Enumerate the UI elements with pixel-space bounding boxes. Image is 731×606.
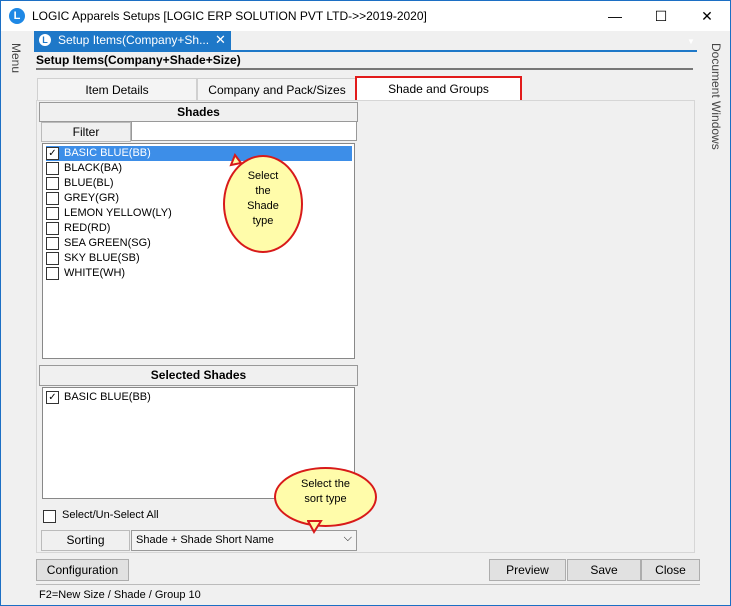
checkbox[interactable] [46,192,59,205]
sorting-label: Sorting [41,530,130,551]
checkbox[interactable] [46,177,59,190]
list-item-label: WHITE(WH) [64,267,126,279]
checkbox[interactable] [46,252,59,265]
save-button[interactable]: Save [567,559,641,581]
document-tab-icon: L [39,34,51,46]
close-window-button[interactable]: ✕ [684,1,730,31]
shade-callout-line: Select [247,170,279,182]
document-windows-sidebar[interactable]: Document Windows [700,31,730,605]
document-tab-label: Setup Items(Company+Sh... [58,33,210,47]
list-item-label: GREY(GR) [64,192,119,204]
list-item[interactable]: BLUE(BL) [46,176,352,191]
sort-callout-pointer [307,520,323,534]
shades-header: Shades [39,102,358,122]
app-window: L LOGIC Apparels Setups [LOGIC ERP SOLUT… [0,0,731,606]
list-item[interactable]: ✓ BASIC BLUE(BB) [45,145,353,162]
list-item[interactable]: BLACK(BA) [46,161,352,176]
form-title: Setup Items(Company+Shade+Size) [36,53,241,67]
sorting-select[interactable]: Shade + Shade Short Name ⌵ [131,530,357,551]
list-item[interactable]: GREY(GR) [46,191,352,206]
window-title: LOGIC Apparels Setups [LOGIC ERP SOLUTIO… [32,9,427,23]
list-item-label: BASIC BLUE(BB) [64,147,151,159]
filter-input[interactable] [131,121,357,141]
minimize-button[interactable]: — [592,1,638,31]
menu-sidebar[interactable]: Menu [1,31,31,605]
document-tab[interactable]: L Setup Items(Company+Sh... ✕ [34,31,231,50]
sort-callout-line: sort type [304,493,347,505]
sort-callout: Select the sort type [274,467,377,527]
tab-item-details[interactable]: Item Details [37,78,197,102]
list-item-label: BASIC BLUE(BB) [64,391,151,403]
checkbox[interactable]: ✓ [46,391,59,404]
title-bar: L LOGIC Apparels Setups [LOGIC ERP SOLUT… [1,1,730,31]
shade-callout-line: type [252,215,274,227]
app-logo-icon: L [9,8,25,24]
shade-callout-line: Shade [247,200,279,212]
list-item-label: LEMON YELLOW(LY) [64,207,172,219]
select-all-label: Select/Un-Select All [62,509,159,521]
list-item[interactable]: SKY BLUE(SB) [46,251,352,266]
document-tab-close-icon[interactable]: ✕ [215,32,226,48]
list-item-label: SKY BLUE(SB) [64,252,140,264]
tab-company-and-pack-sizes[interactable]: Company and Pack/Sizes [197,78,357,102]
sort-callout-line: Select the [301,478,350,490]
preview-button[interactable]: Preview [489,559,566,581]
menu-sidebar-label: Menu [9,43,23,74]
list-item-label: BLACK(BA) [64,162,123,174]
list-item-label: RED(RD) [64,222,111,234]
list-item-label: SEA GREEN(SG) [64,237,151,249]
sorting-select-value: Shade + Shade Short Name [136,534,274,546]
shade-callout-line: the [255,185,271,197]
close-button[interactable]: Close [641,559,700,581]
shade-callout: Select the Shade type [223,155,303,253]
checkbox[interactable] [46,222,59,235]
list-item[interactable]: LEMON YELLOW(LY) [46,206,352,221]
list-item[interactable]: RED(RD) [46,221,352,236]
list-item[interactable]: SEA GREEN(SG) [46,236,352,251]
chevron-down-icon[interactable]: ⌵ [344,532,352,545]
filter-label: Filter [41,122,131,142]
select-all-checkbox-box[interactable] [43,510,56,523]
shades-list[interactable]: ✓ BASIC BLUE(BB) BLACK(BA) BLUE(BL) GREY(GR)… [42,143,355,359]
configuration-button[interactable]: Configuration [36,559,129,581]
status-bar: F2=New Size / Shade / Group 10 [36,584,700,604]
document-tab-underline [34,50,697,52]
checkbox[interactable] [46,237,59,250]
selected-shades-header: Selected Shades [39,365,358,386]
tab-shade-and-groups[interactable]: Shade and Groups [355,76,522,103]
checkbox[interactable] [46,207,59,220]
shade-callout-pointer [229,153,243,167]
list-item[interactable]: ✓ BASIC BLUE(BB) [46,390,352,405]
list-item[interactable]: WHITE(WH) [46,266,352,281]
status-text: F2=New Size / Shade / Group 10 [39,589,201,601]
checkbox[interactable] [46,267,59,280]
list-item-label: BLUE(BL) [64,177,114,189]
tab-list-dropdown-icon[interactable]: ▼ [687,37,695,46]
form-title-divider [36,68,693,70]
checkbox[interactable] [46,162,59,175]
document-windows-label: Document Windows [709,43,723,150]
maximize-button[interactable]: ☐ [638,1,684,31]
checkbox[interactable]: ✓ [46,147,59,160]
